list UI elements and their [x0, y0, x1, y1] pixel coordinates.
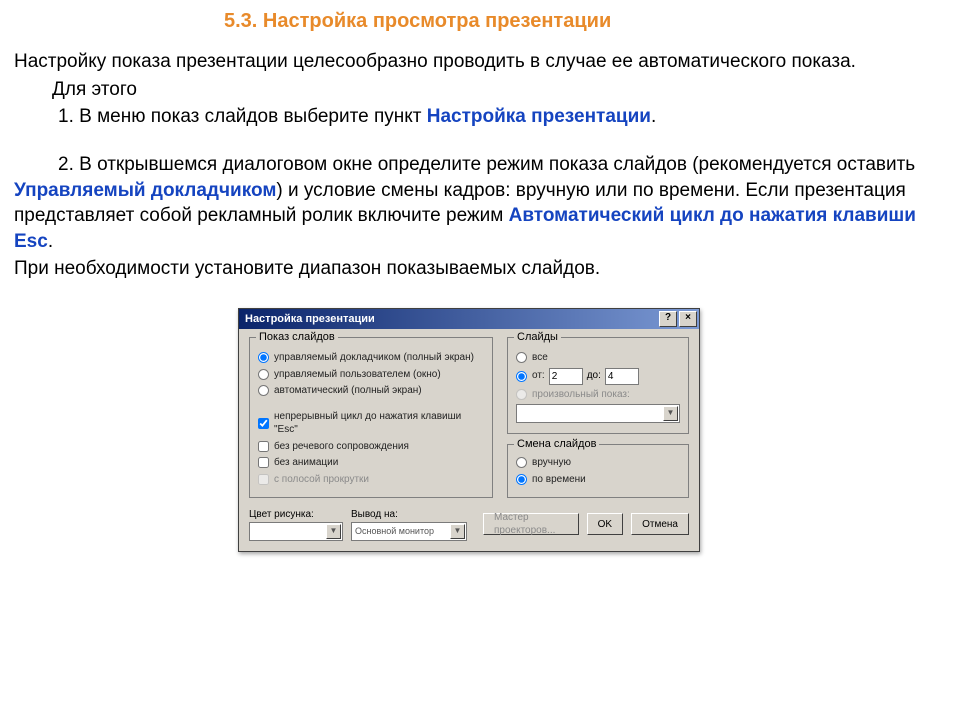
radio-user[interactable]: управляемый пользователем (окно): [258, 368, 484, 382]
group-show-mode: Показ слайдов управляемый докладчиком (п…: [249, 337, 493, 498]
radio-slides-all[interactable]: все: [516, 351, 680, 365]
radio-slides-custom: произвольный показ:: [516, 388, 680, 402]
paragraph-range: При необходимости установите диапазон по…: [14, 256, 946, 282]
dialog-titlebar[interactable]: Настройка презентации ? ×: [239, 309, 699, 329]
help-button[interactable]: ?: [659, 311, 677, 327]
group-advance-title: Смена слайдов: [514, 437, 599, 452]
label-to: до:: [587, 369, 601, 383]
step-2-tail: .: [48, 231, 53, 252]
step-2-term-1: Управляемый докладчиком: [14, 180, 276, 201]
group-advance: Смена слайдов вручную по времени: [507, 444, 689, 498]
check-loop[interactable]: непрерывный цикл до нажатия клавиши "Esc…: [258, 410, 484, 437]
dialog-title: Настройка презентации: [245, 312, 375, 327]
step-1: 1. В меню показ слайдов выберите пункт Н…: [14, 104, 946, 130]
label-output: Вывод на:: [351, 508, 467, 522]
group-slides: Слайды все от: 2 до: 4 произвольный пока…: [507, 337, 689, 434]
check-no-narration[interactable]: без речевого сопровождения: [258, 440, 484, 454]
group-slides-title: Слайды: [514, 330, 561, 345]
spin-from[interactable]: 2: [549, 368, 583, 385]
radio-presenter[interactable]: управляемый докладчиком (полный экран): [258, 351, 484, 365]
radio-slides-range[interactable]: от:: [516, 369, 545, 383]
check-scrollbar: с полосой прокрутки: [258, 473, 484, 487]
group-show-title: Показ слайдов: [256, 330, 338, 345]
ok-button[interactable]: OK: [587, 513, 623, 535]
spin-to[interactable]: 4: [605, 368, 639, 385]
settings-dialog: Настройка презентации ? × Показ слайдов …: [238, 308, 700, 552]
paragraph-intro: Настройку показа презентации целесообраз…: [14, 49, 946, 75]
step-1-term: Настройка презентации: [427, 106, 651, 127]
combo-custom-show: ▼: [516, 404, 680, 423]
chevron-down-icon: ▼: [450, 524, 465, 539]
chevron-down-icon: ▼: [326, 524, 341, 539]
projector-wizard-button[interactable]: Мастер проекторов...: [483, 513, 579, 535]
step-1-tail: .: [651, 106, 656, 127]
combo-output: Основной монитор▼: [351, 522, 467, 541]
cancel-button[interactable]: Отмена: [631, 513, 689, 535]
close-button[interactable]: ×: [679, 311, 697, 327]
combo-pen-color[interactable]: ▼: [249, 522, 343, 541]
paragraph-lead: Для этого: [14, 77, 946, 103]
label-pen-color: Цвет рисунка:: [249, 508, 343, 522]
section-heading: 5.3. Настройка просмотра презентации: [224, 8, 946, 35]
radio-auto[interactable]: автоматический (полный экран): [258, 384, 484, 398]
check-no-animation[interactable]: без анимации: [258, 456, 484, 470]
chevron-down-icon: ▼: [663, 406, 678, 421]
step-2: 2. В открывшемся диалоговом окне определ…: [14, 152, 946, 255]
step-1-text: 1. В меню показ слайдов выберите пункт: [58, 106, 427, 127]
radio-advance-timed[interactable]: по времени: [516, 473, 680, 487]
step-2-text-a: 2. В открывшемся диалоговом окне определ…: [58, 154, 915, 175]
radio-advance-manual[interactable]: вручную: [516, 456, 680, 470]
